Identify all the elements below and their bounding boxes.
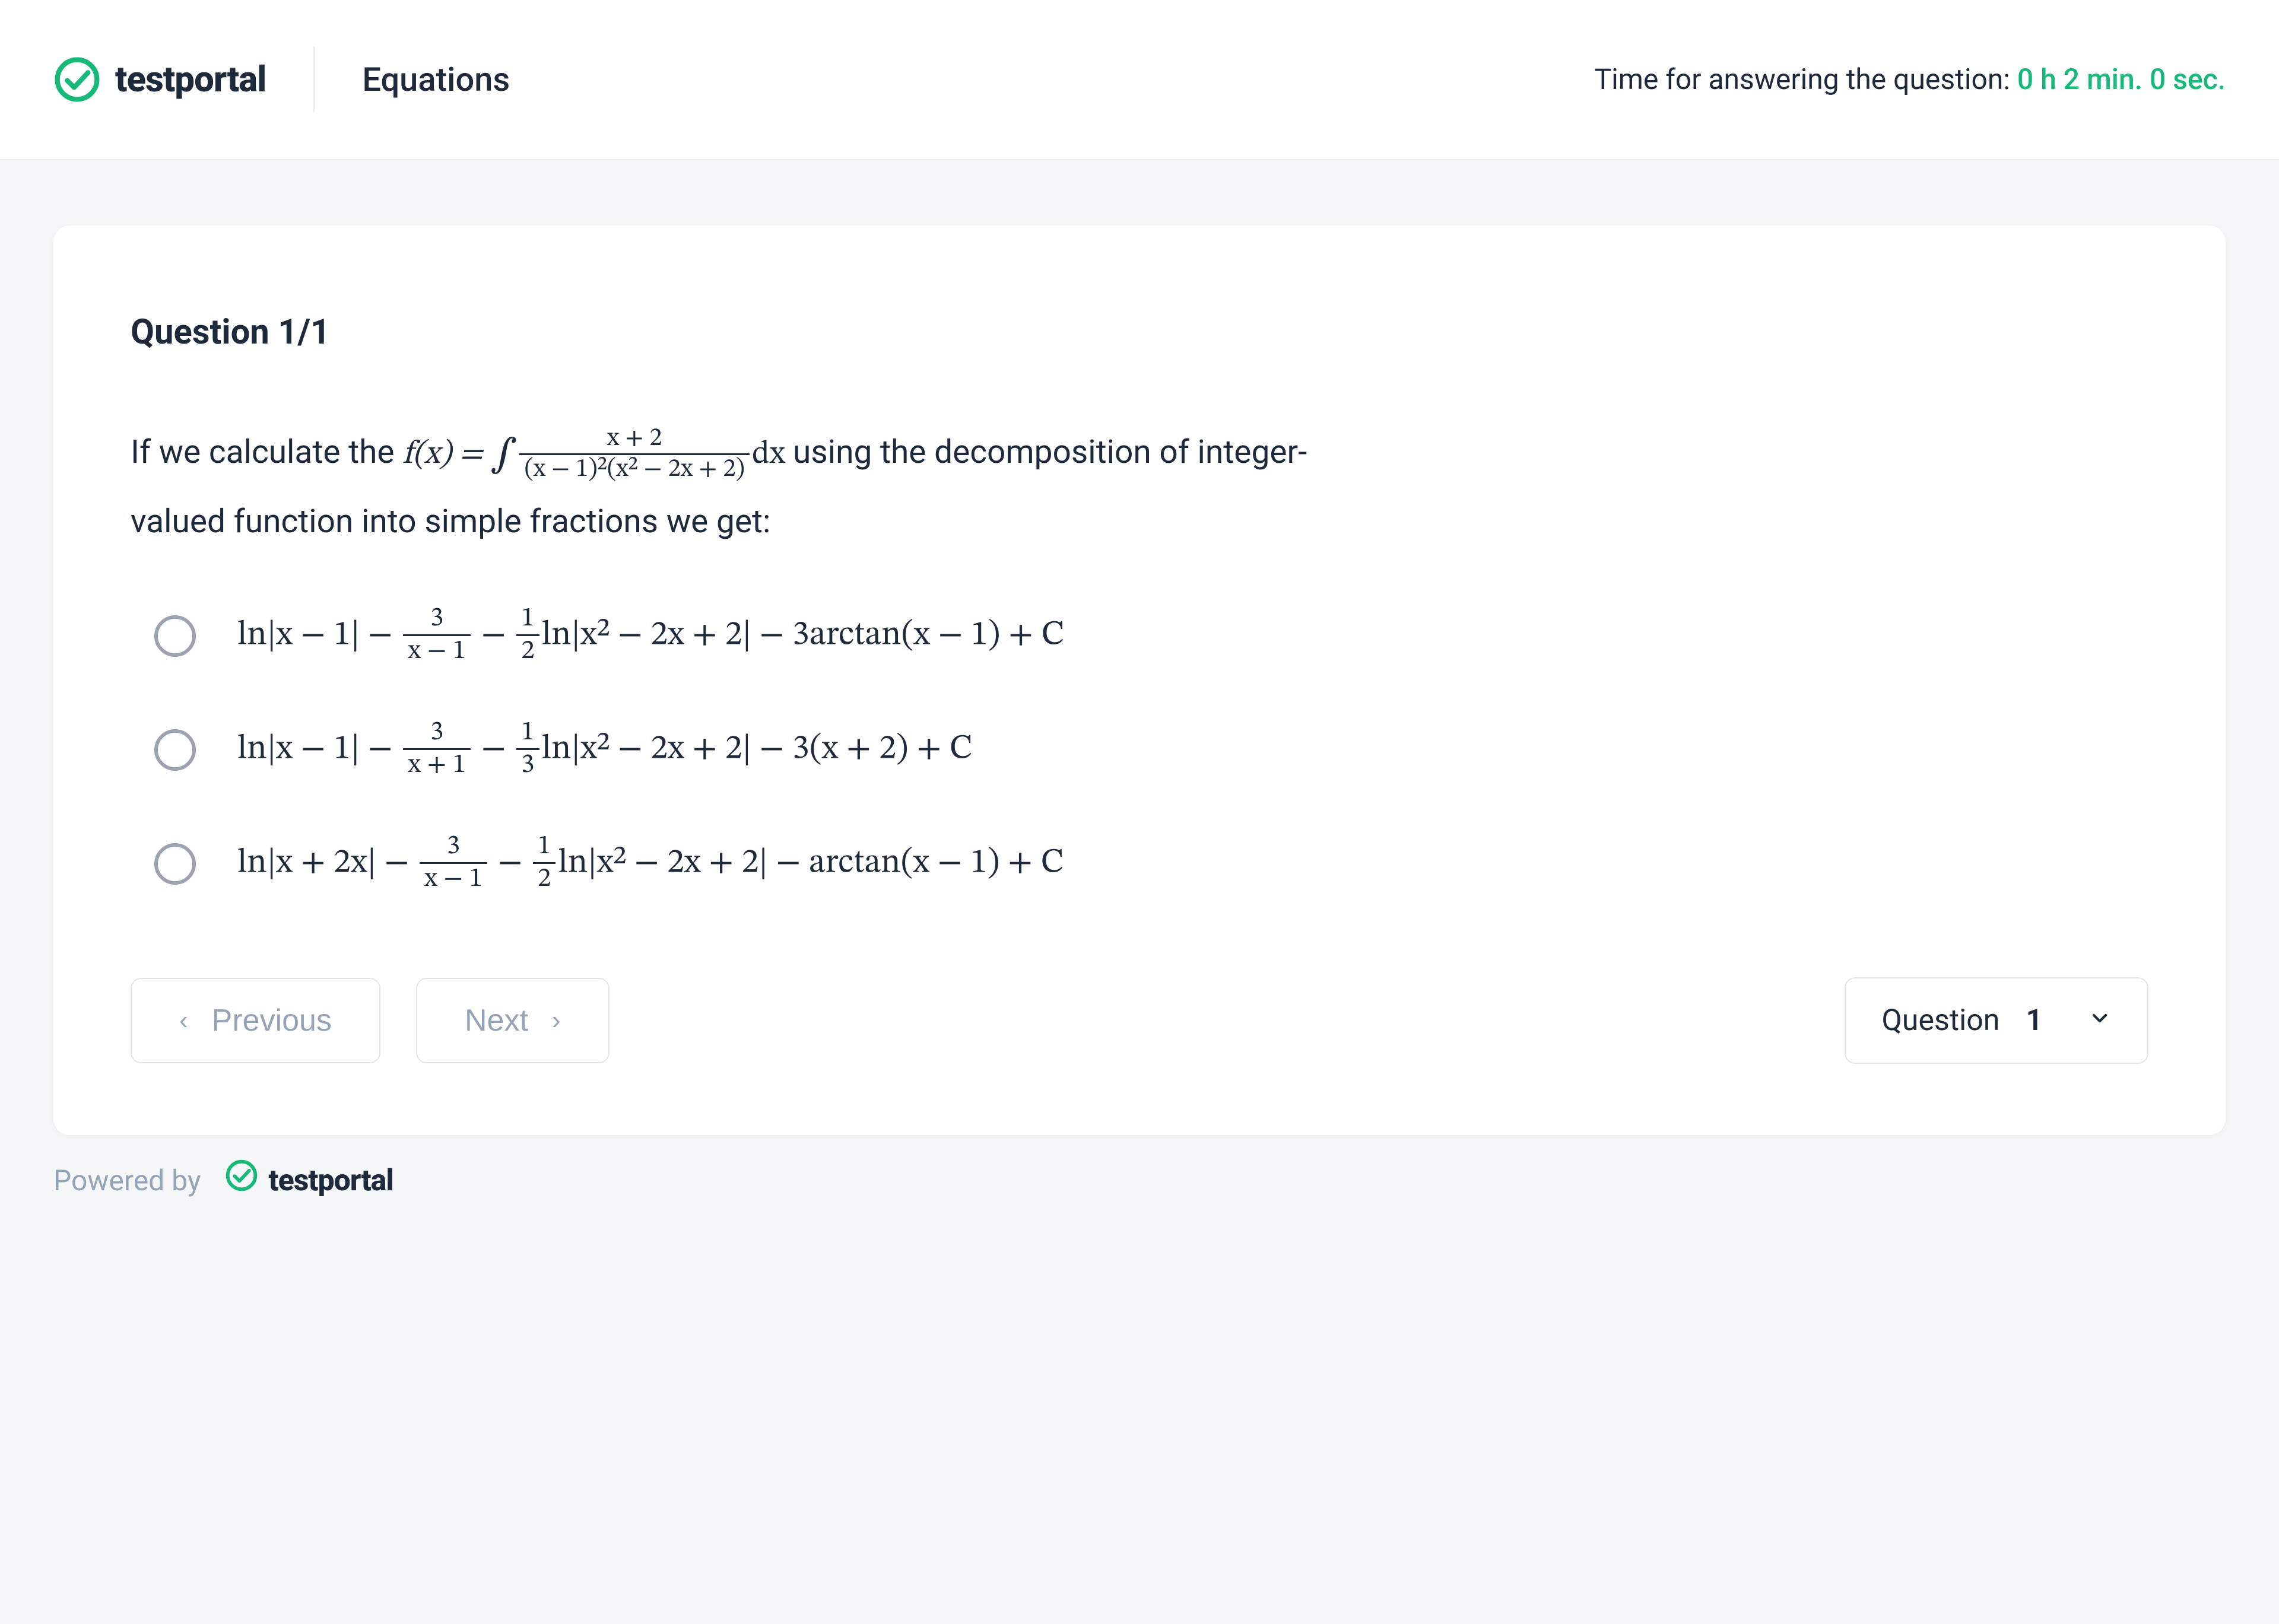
prompt-suffix: valued function into simple fractions we… (131, 503, 770, 541)
brand-logo[interactable]: testportal (53, 47, 315, 112)
timer: Time for answering the question: 0 h 2 m… (1594, 59, 2226, 99)
prompt-math: f(x) = ∫ x + 2 (x − 1)²(x² − 2x + 2) dx (402, 438, 793, 471)
option-label: ln|x + 2x| − 3x − 1 − 12ln|x² − 2x + 2| … (237, 834, 1064, 894)
answer-option-2[interactable]: ln|x − 1| − 3x + 1 − 13ln|x² − 2x + 2| −… (154, 720, 2148, 780)
footer: Powered by testportal (53, 1135, 2226, 1202)
option-label: ln|x − 1| − 3x + 1 − 13ln|x² − 2x + 2| −… (237, 720, 973, 780)
previous-button[interactable]: ‹ Previous (131, 978, 380, 1063)
question-selector[interactable]: Question 1 (1845, 977, 2148, 1064)
timer-value: 0 h 2 min. 0 sec. (2017, 62, 2226, 96)
check-circle-icon (53, 56, 101, 103)
footer-brand-link[interactable]: testportal (225, 1159, 393, 1202)
next-button[interactable]: Next › (416, 978, 610, 1063)
option-label: ln|x − 1| − 3x − 1 − 12ln|x² − 2x + 2| −… (237, 606, 1064, 666)
check-circle-icon (225, 1159, 258, 1202)
page-title: Equations (315, 56, 510, 103)
content-area: Question 1/1 If we calculate the f(x) = … (0, 160, 2279, 1238)
chevron-left-icon: ‹ (179, 1006, 188, 1035)
radio-icon[interactable] (154, 615, 196, 657)
question-card: Question 1/1 If we calculate the f(x) = … (53, 225, 2226, 1135)
prompt-prefix: If we calculate the (131, 433, 402, 471)
question-counter: Question 1/1 (131, 309, 2148, 357)
answer-option-3[interactable]: ln|x + 2x| − 3x − 1 − 12ln|x² − 2x + 2| … (154, 834, 2148, 894)
brand-text: testportal (115, 55, 266, 104)
app-header: testportal Equations Time for answering … (0, 0, 2279, 160)
footer-brand-text: testportal (269, 1160, 393, 1202)
chevron-right-icon: › (552, 1006, 561, 1035)
timer-label: Time for answering the question: (1594, 62, 2010, 96)
prompt-middle: using the decomposition of integer- (793, 433, 1307, 471)
radio-icon[interactable] (154, 729, 196, 771)
powered-by-label: Powered by (53, 1161, 201, 1200)
radio-icon[interactable] (154, 843, 196, 885)
answer-option-1[interactable]: ln|x − 1| − 3x − 1 − 12ln|x² − 2x + 2| −… (154, 606, 2148, 666)
question-prompt: If we calculate the f(x) = ∫ x + 2 (x − … (131, 416, 2148, 552)
chevron-down-icon (2088, 1000, 2112, 1041)
nav-row: ‹ Previous Next › Question 1 (131, 977, 2148, 1064)
answer-options: ln|x − 1| − 3x − 1 − 12ln|x² − 2x + 2| −… (131, 606, 2148, 894)
